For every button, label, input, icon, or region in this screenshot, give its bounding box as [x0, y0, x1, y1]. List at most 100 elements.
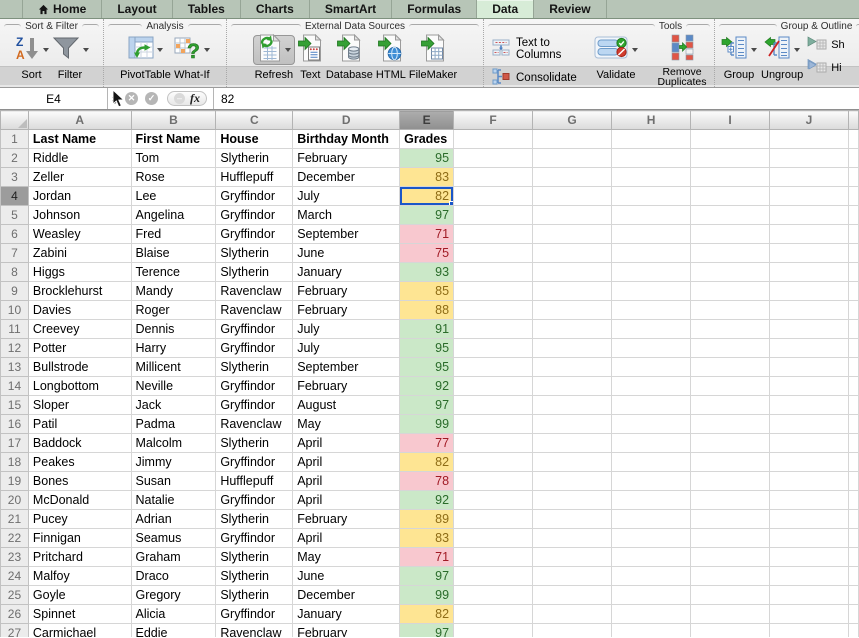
cell-B19[interactable]: Susan: [131, 472, 216, 491]
cell-J26[interactable]: [770, 605, 849, 624]
cell-D3[interactable]: December: [293, 168, 400, 187]
row-header-25[interactable]: 25: [1, 586, 29, 605]
cell-C16[interactable]: Ravenclaw: [216, 415, 293, 434]
cell-G22[interactable]: [533, 529, 612, 548]
cell-I13[interactable]: [691, 358, 770, 377]
cell-A11[interactable]: Creevey: [28, 320, 131, 339]
row-header-6[interactable]: 6: [1, 225, 29, 244]
cell-I25[interactable]: [691, 586, 770, 605]
cell-A18[interactable]: Peakes: [28, 453, 131, 472]
cell-J8[interactable]: [770, 263, 849, 282]
cell-E15[interactable]: 97: [400, 396, 454, 415]
cell-C24[interactable]: Slytherin: [216, 567, 293, 586]
cell-A22[interactable]: Finnigan: [28, 529, 131, 548]
column-header-J[interactable]: J: [770, 111, 849, 130]
cell-I14[interactable]: [691, 377, 770, 396]
cell-E20[interactable]: 92: [400, 491, 454, 510]
cell-F16[interactable]: [454, 415, 533, 434]
cell-E14[interactable]: 92: [400, 377, 454, 396]
cell-G9[interactable]: [533, 282, 612, 301]
cell-B22[interactable]: Seamus: [131, 529, 216, 548]
cell-A9[interactable]: Brocklehurst: [28, 282, 131, 301]
cell-F25[interactable]: [454, 586, 533, 605]
cell-G10[interactable]: [533, 301, 612, 320]
cell-H5[interactable]: [612, 206, 691, 225]
cell-D21[interactable]: February: [293, 510, 400, 529]
cell-E24[interactable]: 97: [400, 567, 454, 586]
cell-D18[interactable]: April: [293, 453, 400, 472]
cell-H3[interactable]: [612, 168, 691, 187]
cell-H4[interactable]: [612, 187, 691, 206]
cell-J20[interactable]: [770, 491, 849, 510]
cell-F19[interactable]: [454, 472, 533, 491]
cell-B27[interactable]: Eddie: [131, 624, 216, 638]
cell-B20[interactable]: Natalie: [131, 491, 216, 510]
import-text-button[interactable]: Text: [298, 35, 323, 82]
cell-E12[interactable]: 95: [400, 339, 454, 358]
chevron-down-icon[interactable]: [83, 48, 89, 52]
cell-G16[interactable]: [533, 415, 612, 434]
cell-D14[interactable]: February: [293, 377, 400, 396]
cell-G3[interactable]: [533, 168, 612, 187]
row-header-11[interactable]: 11: [1, 320, 29, 339]
cell-G13[interactable]: [533, 358, 612, 377]
cell-J22[interactable]: [770, 529, 849, 548]
cell-B1[interactable]: First Name: [131, 130, 216, 149]
cell-D5[interactable]: March: [293, 206, 400, 225]
cell-J5[interactable]: [770, 206, 849, 225]
cell-J19[interactable]: [770, 472, 849, 491]
row-header-15[interactable]: 15: [1, 396, 29, 415]
cell-F17[interactable]: [454, 434, 533, 453]
row-header-2[interactable]: 2: [1, 149, 29, 168]
cell-F3[interactable]: [454, 168, 533, 187]
cell-A25[interactable]: Goyle: [28, 586, 131, 605]
cell-E23[interactable]: 71: [400, 548, 454, 567]
cell-F26[interactable]: [454, 605, 533, 624]
cell-H25[interactable]: [612, 586, 691, 605]
cell-F4[interactable]: [454, 187, 533, 206]
cell-D23[interactable]: May: [293, 548, 400, 567]
cell-G21[interactable]: [533, 510, 612, 529]
cell-E2[interactable]: 95: [400, 149, 454, 168]
cell-F12[interactable]: [454, 339, 533, 358]
cell-F1[interactable]: [454, 130, 533, 149]
cell-I6[interactable]: [691, 225, 770, 244]
cell-A2[interactable]: Riddle: [28, 149, 131, 168]
cell-C21[interactable]: Slytherin: [216, 510, 293, 529]
cell-C23[interactable]: Slytherin: [216, 548, 293, 567]
tab-data[interactable]: Data: [477, 0, 534, 18]
cell-D11[interactable]: July: [293, 320, 400, 339]
tab-charts[interactable]: Charts: [241, 0, 310, 18]
cell-I18[interactable]: [691, 453, 770, 472]
cell-F10[interactable]: [454, 301, 533, 320]
cell-C6[interactable]: Gryffindor: [216, 225, 293, 244]
cell-I21[interactable]: [691, 510, 770, 529]
cell-E3[interactable]: 83: [400, 168, 454, 187]
cell-H6[interactable]: [612, 225, 691, 244]
cell-B11[interactable]: Dennis: [131, 320, 216, 339]
cell-G19[interactable]: [533, 472, 612, 491]
cell-D4[interactable]: July: [293, 187, 400, 206]
cell-B8[interactable]: Terence: [131, 263, 216, 282]
row-header-1[interactable]: 1: [1, 130, 29, 149]
cell-B14[interactable]: Neville: [131, 377, 216, 396]
cell-B10[interactable]: Roger: [131, 301, 216, 320]
column-header-D[interactable]: D: [293, 111, 400, 130]
cell-E19[interactable]: 78: [400, 472, 454, 491]
cell-D10[interactable]: February: [293, 301, 400, 320]
cell-G5[interactable]: [533, 206, 612, 225]
cell-D22[interactable]: April: [293, 529, 400, 548]
import-filemaker-button[interactable]: FileMaker: [409, 35, 457, 82]
row-header-4[interactable]: 4: [1, 187, 29, 206]
cell-J14[interactable]: [770, 377, 849, 396]
remove-duplicates-button[interactable]: Remove Duplicates: [650, 35, 714, 87]
tab-formulas[interactable]: Formulas: [392, 0, 477, 18]
import-html-button[interactable]: HTML: [376, 35, 406, 82]
cell-D8[interactable]: January: [293, 263, 400, 282]
select-all-corner[interactable]: [1, 111, 29, 130]
cell-A21[interactable]: Pucey: [28, 510, 131, 529]
cell-F13[interactable]: [454, 358, 533, 377]
cell-D19[interactable]: April: [293, 472, 400, 491]
column-header-A[interactable]: A: [28, 111, 131, 130]
cell-G20[interactable]: [533, 491, 612, 510]
